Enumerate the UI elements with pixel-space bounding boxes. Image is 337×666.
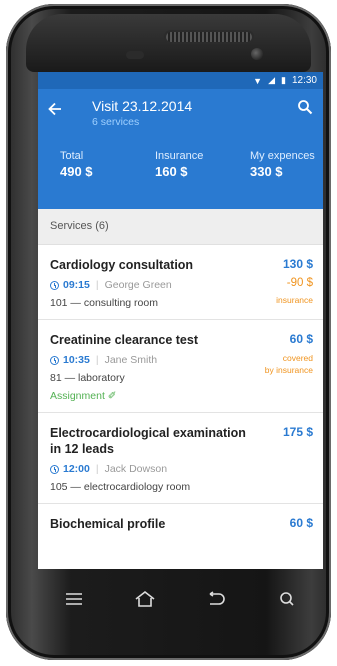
status-time: 12:30 <box>291 75 317 86</box>
proximity-sensor <box>126 51 144 59</box>
expenses-block: My expences 330 $ <box>228 150 323 179</box>
service-name: Creatinine clearance test <box>50 333 198 347</box>
divider: | <box>95 279 99 291</box>
clock-icon <box>50 280 59 290</box>
clock-icon <box>50 355 59 365</box>
service-item[interactable]: Cardiology consultation 130 $ 09:15 | Ge… <box>38 245 323 320</box>
clock-icon <box>50 464 59 474</box>
totals-summary: Total 490 $ Insurance 160 $ My expences … <box>38 150 323 179</box>
service-time-row: 12:00 | Jack Dowson <box>50 463 313 475</box>
covered-note: covered by insurance <box>265 352 313 376</box>
service-price: 130 $ <box>282 257 313 271</box>
expenses-value: 330 $ <box>250 164 283 179</box>
divider: | <box>95 354 99 366</box>
service-item[interactable]: Creatinine clearance test 60 $ 10:35 | J… <box>38 320 323 413</box>
arrow-left-icon[interactable] <box>48 101 62 119</box>
page-subtitle: 6 services <box>92 116 140 128</box>
earpiece-speaker <box>166 32 252 42</box>
service-price: 60 $ <box>289 516 313 530</box>
wifi-icon: ▼ <box>253 75 263 86</box>
service-name: Cardiology consultation <box>50 258 194 272</box>
service-doctor: Jack Dowson <box>104 463 168 475</box>
insurance-amount: -90 $ <box>286 277 313 289</box>
signal-icon: ◢ <box>268 75 276 85</box>
total-block: Total 490 $ <box>38 150 133 179</box>
service-item[interactable]: Electrocardiological examination in 12 l… <box>38 413 323 504</box>
service-name: Biochemical profile <box>50 517 166 531</box>
front-camera <box>251 48 263 60</box>
home-icon[interactable] <box>130 587 160 611</box>
covered-line-1: covered <box>282 353 313 363</box>
search-key-icon[interactable] <box>272 587 302 611</box>
search-icon[interactable] <box>297 99 315 117</box>
app-header: Visit 23.12.2014 6 services Total 490 $ … <box>38 89 323 209</box>
service-doctor: Jane Smith <box>104 354 158 366</box>
service-price: 60 $ <box>289 332 313 346</box>
service-time: 10:35 <box>63 354 90 366</box>
service-room: 105 — electrocardiology room <box>50 481 191 493</box>
total-label: Total <box>60 150 84 162</box>
insurance-value: 160 $ <box>155 164 188 179</box>
covered-line-2: by insurance <box>264 365 313 375</box>
service-time-row: 09:15 | George Green <box>50 279 313 291</box>
app-screen: ▼ ◢ ▮ 12:30 Visit 23.12.2014 6 services … <box>38 72 323 569</box>
service-item[interactable]: Biochemical profile 60 $ <box>38 504 323 542</box>
assignment-link[interactable]: Assignment ✐ <box>50 390 313 402</box>
expenses-label: My expences <box>250 150 315 162</box>
service-room: 101 — consulting room <box>50 297 158 309</box>
service-doctor: George Green <box>104 279 172 291</box>
menu-icon[interactable] <box>59 587 89 611</box>
services-section-header: Services (6) <box>38 209 323 245</box>
total-value: 490 $ <box>60 164 93 179</box>
divider: | <box>95 463 99 475</box>
paperclip-icon: ✐ <box>107 390 117 402</box>
page-title: Visit 23.12.2014 <box>92 98 193 114</box>
service-name: Electrocardiological examination in 12 l… <box>50 426 246 456</box>
service-time: 12:00 <box>63 463 90 475</box>
back-icon[interactable] <box>201 587 231 611</box>
service-time: 09:15 <box>63 279 90 291</box>
status-bar: ▼ ◢ ▮ 12:30 <box>38 72 323 89</box>
android-nav-bar <box>38 572 323 626</box>
battery-icon: ▮ <box>281 75 286 85</box>
service-price: 175 $ <box>282 425 313 439</box>
assignment-label: Assignment <box>50 390 105 402</box>
phone-top-bezel <box>26 14 311 72</box>
insurance-block: Insurance 160 $ <box>133 150 228 179</box>
insurance-label: Insurance <box>155 150 204 162</box>
insurance-caption: insurance <box>276 295 313 305</box>
